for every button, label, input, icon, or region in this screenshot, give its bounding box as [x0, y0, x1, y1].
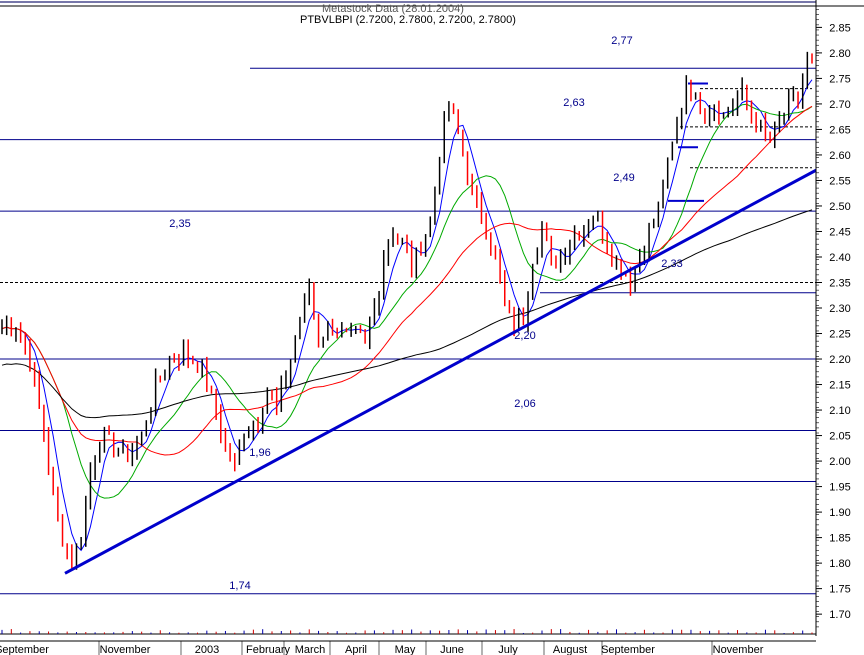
y-tick-label: 2.80: [829, 48, 850, 60]
x-tick-label: June: [440, 644, 464, 655]
level-label-2-77: 2,77: [611, 35, 632, 47]
x-tick-label: November: [713, 644, 764, 655]
y-tick-label: 2.60: [829, 150, 850, 162]
y-tick-label: 1.90: [829, 507, 850, 519]
chart-header: Metastock Data (28.01.2004) PTBVLBPI (2.…: [300, 3, 516, 26]
level-label-2-06: 2,06: [514, 398, 535, 410]
y-tick-label: 1.70: [829, 609, 850, 621]
plot-background: [0, 0, 816, 632]
y-tick-label: 2.00: [829, 456, 850, 468]
y-tick-label: 1.75: [829, 584, 850, 596]
y-tick-label: 2.70: [829, 99, 850, 111]
y-tick-label: 1.95: [829, 482, 850, 494]
level-label-1-74: 1,74: [229, 580, 250, 592]
level-label-2-35: 2,35: [169, 218, 190, 230]
y-tick-label: 2.50: [829, 201, 850, 213]
y-tick-label: 2.20: [829, 354, 850, 366]
level-label-1-96: 1,96: [249, 447, 270, 459]
x-axis: September November 2003 February March April M…: [0, 640, 816, 655]
x-tick-label: September: [0, 644, 49, 655]
x-tick-label: November: [100, 644, 151, 655]
y-tick-label: 2.45: [829, 226, 850, 238]
x-tick-label: May: [395, 644, 416, 655]
y-tick-label: 1.80: [829, 558, 850, 570]
y-tick-label: 2.75: [829, 73, 850, 85]
y-tick-label: 2.10: [829, 405, 850, 417]
level-label-2-33: 2,33: [661, 258, 682, 270]
x-tick-label: August: [553, 644, 587, 655]
y-tick-label: 1.85: [829, 533, 850, 545]
y-tick-label: 2.40: [829, 252, 850, 264]
y-tick-label: 2.25: [829, 329, 850, 341]
x-tick-label: July: [498, 644, 518, 655]
y-tick-label: 2.35: [829, 277, 850, 289]
level-label-2-20: 2,20: [514, 330, 535, 342]
price-chart: 2,77 2,63 2,49 2,35 2,33 2,20 2,06 1,96 1,74 2.8…: [0, 0, 864, 655]
level-label-2-63: 2,63: [563, 97, 584, 109]
y-tick-label: 2.30: [829, 303, 850, 315]
x-tick-label: September: [601, 644, 655, 655]
x-tick-label: 2003: [195, 644, 219, 655]
y-tick-label: 2.85: [829, 22, 850, 34]
y-tick-label: 2.15: [829, 380, 850, 392]
x-tick-label: March: [295, 644, 326, 655]
y-axis: 2.85 2.80 2.75 2.70 2.65 2.60 2.55 2.50 2.45 2.40…: [815, 0, 851, 636]
y-tick-label: 2.65: [829, 124, 850, 136]
ghost-caption: Metastock Data (28.01.2004): [322, 3, 464, 15]
security-title: PTBVLBPI (2.7200, 2.7800, 2.7200, 2.7800…: [300, 14, 516, 26]
y-tick-label: 2.05: [829, 431, 850, 443]
level-label-2-49: 2,49: [613, 172, 634, 184]
y-tick-label: 2.55: [829, 175, 850, 187]
x-tick-label: April: [345, 644, 367, 655]
